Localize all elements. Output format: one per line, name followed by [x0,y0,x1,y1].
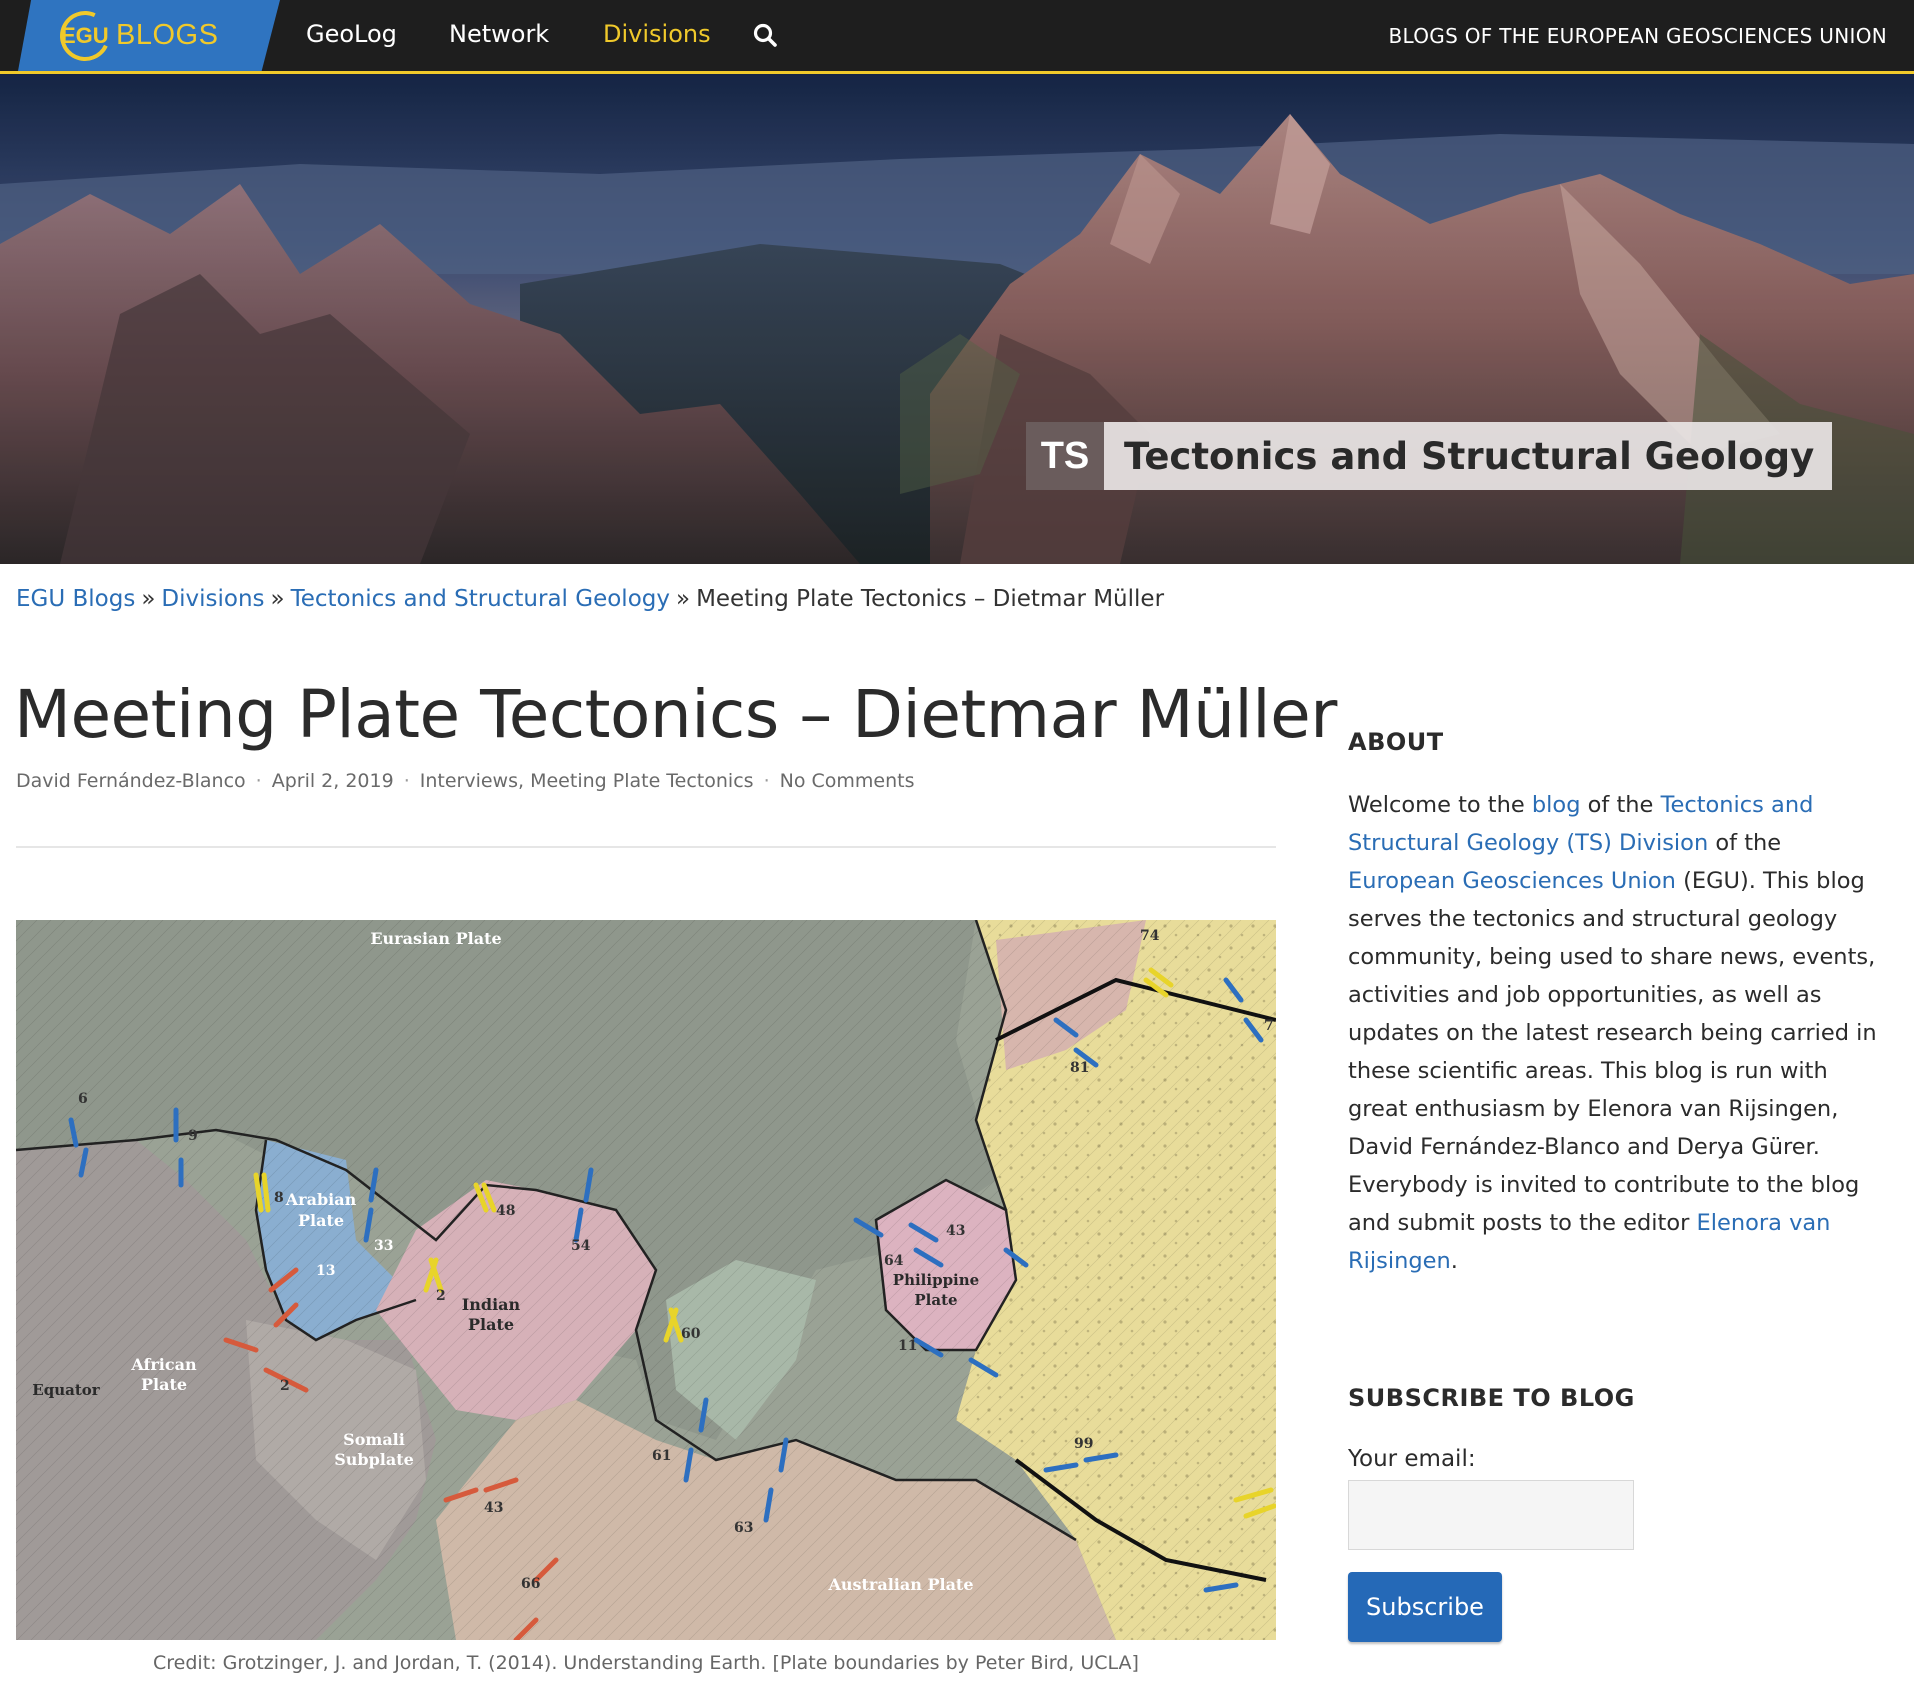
nav-item-divisions[interactable]: Divisions [603,20,711,48]
breadcrumb-divisions[interactable]: Divisions [161,586,264,612]
post-divider [16,846,1276,848]
plate-tectonics-map-image: Eurasian Plate Arabian Plate African Pla… [16,920,1276,1640]
breadcrumb-tectonics[interactable]: Tectonics and Structural Geology [291,586,670,612]
boundary-number: 74 [1140,928,1160,944]
egu-logo-icon: EGU [52,3,118,68]
boundary-number: 61 [652,1448,671,1464]
division-title: Tectonics and Structural Geology [1104,422,1833,490]
figure-caption: Credit: Grotzinger, J. and Jordan, T. (2… [153,1652,1139,1674]
search-icon[interactable] [752,22,780,50]
label-philippine-plate: Plate [914,1291,957,1309]
boundary-number: 99 [1074,1436,1093,1452]
boundary-number: 11 [898,1338,917,1354]
boundary-number: 60 [681,1326,701,1342]
boundary-number: 2 [280,1378,290,1394]
division-header-banner: TS Tectonics and Structural Geology [0,74,1914,564]
label-arabian: Arabian [285,1190,357,1209]
boundary-number: 54 [571,1238,591,1254]
boundary-number: 48 [496,1203,515,1219]
breadcrumb-egu-blogs[interactable]: EGU Blogs [16,586,135,612]
top-navbar: EGU BLOGS GeoLog Network Divisions BLOGS… [0,0,1914,74]
label-indian: Indian [462,1295,521,1314]
label-indian-plate: Plate [468,1315,514,1334]
boundary-number: 43 [946,1223,965,1239]
label-eurasian-plate: Eurasian Plate [370,929,501,948]
label-arabian-plate: Plate [298,1211,344,1230]
breadcrumb-separator: » [270,586,285,612]
boundary-number: 33 [374,1238,393,1254]
boundary-number: 43 [484,1500,503,1516]
subscribe-heading: SUBSCRIBE TO BLOG [1348,1384,1635,1412]
boundary-number: 8 [274,1190,284,1206]
email-label: Your email: [1348,1446,1476,1472]
boundary-number: 2 [436,1288,446,1304]
boundary-number: 64 [884,1253,904,1269]
boundary-number: 9 [188,1128,198,1144]
division-abbreviation: TS [1026,422,1104,490]
post-title: Meeting Plate Tectonics – Dietmar Müller [14,676,1337,753]
boundary-number: 6 [78,1091,88,1107]
post-author-link[interactable]: David Fernández-Blanco [16,770,246,792]
plate-map-graphic: Eurasian Plate Arabian Plate African Pla… [16,920,1276,1640]
meta-separator: · [763,770,770,792]
boundary-number: 13 [316,1263,335,1279]
label-philippine: Philippine [893,1271,979,1289]
about-link-egu[interactable]: European Geosciences Union [1348,868,1676,894]
mountain-landscape-image [0,74,1914,564]
about-link-blog[interactable]: blog [1532,792,1581,818]
post-comments-link[interactable]: No Comments [780,770,915,792]
boundary-number: 63 [734,1520,753,1536]
label-somali-subplate: Subplate [334,1450,414,1469]
breadcrumb: EGU Blogs» Divisions» Tectonics and Struct… [16,586,1164,612]
label-african-plate: Plate [141,1375,187,1394]
boundary-number: 81 [1070,1060,1089,1076]
breadcrumb-separator: » [141,586,156,612]
email-field[interactable] [1348,1480,1634,1550]
meta-separator: · [403,770,410,792]
about-text: Welcome to the blog of the Tectonics and… [1348,792,1877,1274]
egu-blogs-logo[interactable]: EGU BLOGS [18,0,280,71]
division-badge: TS Tectonics and Structural Geology [1026,422,1833,490]
post-meta: David Fernández-Blanco · April 2, 2019 · Int… [16,770,915,792]
label-somali: Somali [343,1430,405,1449]
logo-text: BLOGS [116,19,219,51]
post-category-interviews[interactable]: Interviews [420,770,518,792]
label-african: African [130,1355,197,1374]
site-tagline: BLOGS OF THE EUROPEAN GEOSCIENCES UNION [1388,24,1887,48]
breadcrumb-separator: » [675,586,691,612]
post-category-meeting-plate-tectonics[interactable]: Meeting Plate Tectonics [530,770,753,792]
breadcrumb-current: Meeting Plate Tectonics – Dietmar Müller [696,586,1165,612]
nav-item-geolog[interactable]: GeoLog [306,20,397,48]
boundary-number: 66 [521,1576,540,1592]
post-date: April 2, 2019 [271,770,394,792]
label-equator: Equator [32,1381,100,1399]
subscribe-button[interactable]: Subscribe [1348,1572,1502,1642]
boundary-number: 7 [1264,1018,1274,1034]
about-heading: ABOUT [1348,728,1444,756]
label-australian-plate: Australian Plate [827,1575,973,1594]
meta-separator: · [255,770,262,792]
nav-item-network[interactable]: Network [449,20,549,48]
